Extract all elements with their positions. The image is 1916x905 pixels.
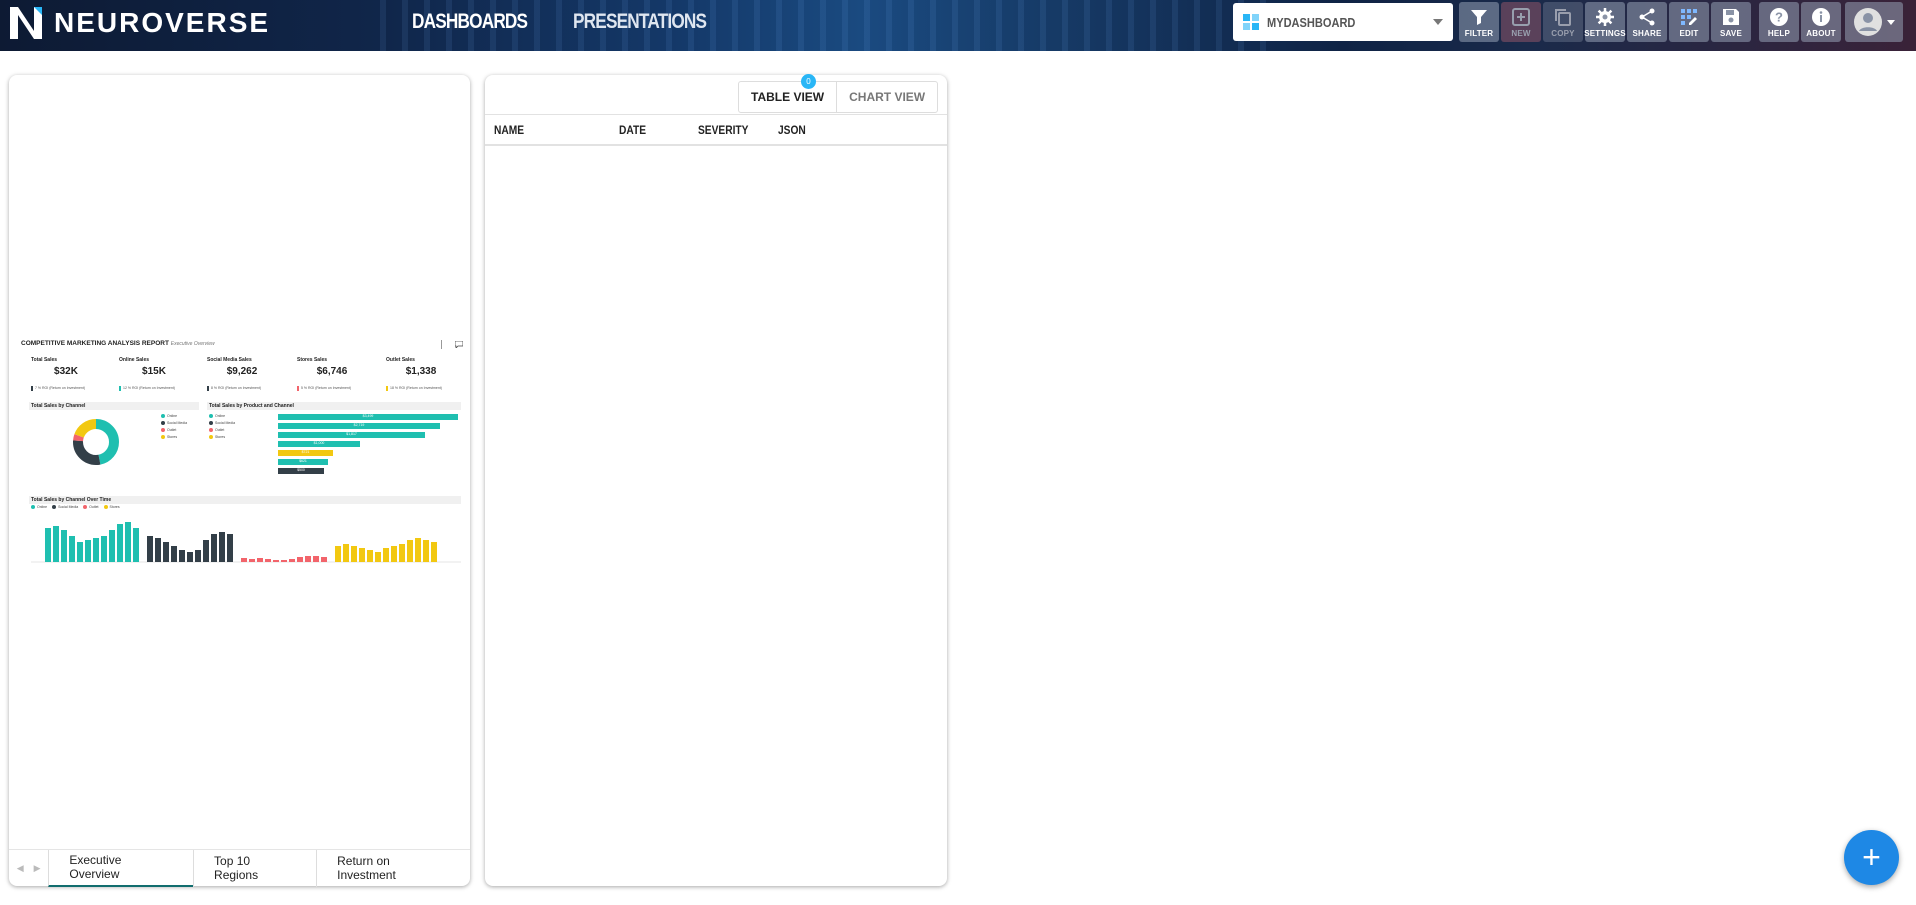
product-bar: $2,719: [278, 423, 440, 429]
table-widget: TABLE VIEW CHART VIEW 0 NAME DATE SEVERI…: [485, 74, 947, 886]
roi-total: 7 % ROI (Return on Investment): [31, 386, 85, 391]
add-widget-button[interactable]: +: [1844, 830, 1899, 885]
edit-button[interactable]: EDIT: [1669, 2, 1709, 42]
help-icon: ?: [1770, 7, 1788, 26]
kpi-total-sales: Total Sales $32K: [31, 357, 78, 377]
report-title: COMPETITIVE MARKETING ANALYSIS REPORT Ex…: [21, 340, 215, 347]
user-menu-caret-icon: [1887, 19, 1895, 25]
tab-return-on-investment[interactable]: Return on Investment: [316, 849, 470, 887]
roi-outlet: 18 % ROI (Return on Investment): [386, 386, 442, 391]
product-bar: $3,499: [278, 414, 458, 420]
kpi-online-sales: Online Sales $15K: [119, 357, 166, 377]
save-icon: [1723, 8, 1739, 25]
share-icon: [1639, 8, 1655, 25]
nav-dashboards[interactable]: DASHBOARDS: [412, 10, 528, 34]
comment-icon[interactable]: [455, 341, 463, 348]
help-button[interactable]: ? HELP: [1759, 2, 1799, 42]
product-bar: $621: [278, 459, 328, 465]
kpi-social-media-sales: Social Media Sales $9,262: [207, 357, 258, 377]
save-button[interactable]: SAVE: [1711, 2, 1751, 42]
roi-social: 8 % ROI (Return on Investment): [207, 386, 261, 391]
channel-legend: Online Social Media Outlet Stores: [161, 414, 187, 442]
dashboard-select[interactable]: MYDASHBOARD: [1233, 3, 1453, 41]
kpi-stores-sales: Stores Sales $6,746: [297, 357, 348, 377]
product-bar: $721: [278, 450, 333, 456]
app-logo[interactable]: NEUROVERSE: [8, 5, 270, 41]
roi-online: 12 % ROI (Return on Investment): [119, 386, 175, 391]
edit-grid-icon: [1681, 8, 1697, 25]
channel-card-title: Total Sales by Channel: [29, 402, 199, 410]
settings-button[interactable]: SETTINGS: [1584, 2, 1626, 42]
toolbar: FILTER NEW COPY SETTINGS SHARE EDIT SAVE…: [1459, 2, 1841, 42]
report-tab-bar: ◀ ▶ Executive Overview Top 10 Regions Re…: [9, 849, 470, 887]
kpi-outlet-sales: Outlet Sales $1,338: [386, 357, 437, 377]
chevron-down-icon: [1433, 19, 1443, 25]
info-icon: [1812, 7, 1830, 26]
chevron-left-icon[interactable]: ◀: [17, 863, 24, 874]
product-bar: $500: [278, 468, 324, 474]
copy-icon: [1555, 8, 1571, 26]
product-bar: $1,000: [278, 441, 360, 447]
time-card-title: Total Sales by Channel Over Time: [29, 496, 461, 504]
time-bar-chart: [31, 522, 461, 563]
report-widget: COMPETITIVE MARKETING ANALYSIS REPORT Ex…: [9, 75, 470, 887]
main-nav: DASHBOARDS PRESENTATIONS: [412, 10, 735, 34]
gear-icon: [1596, 7, 1614, 26]
nav-presentations[interactable]: PRESENTATIONS: [573, 10, 707, 34]
column-header-json[interactable]: JSON: [778, 123, 806, 137]
svg-text:?: ?: [1775, 9, 1783, 24]
copy-button[interactable]: COPY: [1543, 2, 1583, 42]
tab-executive-overview[interactable]: Executive Overview: [48, 849, 194, 887]
filter-icon: [1471, 9, 1487, 25]
embedded-report[interactable]: COMPETITIVE MARKETING ANALYSIS REPORT Ex…: [21, 340, 463, 580]
about-button[interactable]: ABOUT: [1801, 2, 1841, 42]
view-toggle: TABLE VIEW CHART VIEW 0: [738, 74, 939, 113]
time-legend: Online Social Media Outlet Stores: [31, 505, 120, 512]
filter-button[interactable]: FILTER: [1459, 2, 1499, 42]
tab-scroll-arrows: ◀ ▶: [9, 863, 48, 874]
roi-stores: 5 % ROI (Return on Investment): [297, 386, 351, 391]
tab-top-10-regions[interactable]: Top 10 Regions: [193, 849, 316, 887]
user-menu[interactable]: [1845, 2, 1903, 42]
product-bar: $1,817: [278, 432, 425, 438]
app-name: NEUROVERSE: [54, 7, 271, 38]
report-divider: [441, 340, 442, 349]
dashboard-grid-icon: [1243, 14, 1259, 30]
product-bars: $3,499 $2,719 $1,817 $1,000 $721 $621 $5…: [278, 414, 458, 477]
share-button[interactable]: SHARE: [1627, 2, 1667, 42]
new-button[interactable]: NEW: [1501, 2, 1541, 42]
table-count-badge: 0: [801, 74, 816, 89]
account-circle-icon: [1854, 8, 1882, 36]
chart-view-button[interactable]: CHART VIEW: [836, 82, 937, 112]
top-bar: NEUROVERSE DASHBOARDS PRESENTATIONS MYDA…: [0, 0, 1916, 51]
neuroverse-logo-icon: [10, 7, 42, 39]
column-header-name[interactable]: NAME: [494, 123, 524, 137]
dashboard-select-value: MYDASHBOARD: [1267, 14, 1356, 30]
column-header-severity[interactable]: SEVERITY: [698, 123, 748, 137]
product-card-title: Total Sales by Product and Channel: [207, 402, 461, 410]
table-view-button[interactable]: TABLE VIEW: [739, 82, 836, 112]
table-header: NAME DATE SEVERITY JSON: [485, 114, 947, 146]
channel-donut-chart: [73, 419, 119, 465]
chevron-right-icon[interactable]: ▶: [34, 863, 41, 874]
column-header-date[interactable]: DATE: [619, 123, 646, 137]
product-legend: Online Social Media Outlet Stores: [209, 414, 235, 442]
add-box-icon: [1512, 7, 1530, 26]
